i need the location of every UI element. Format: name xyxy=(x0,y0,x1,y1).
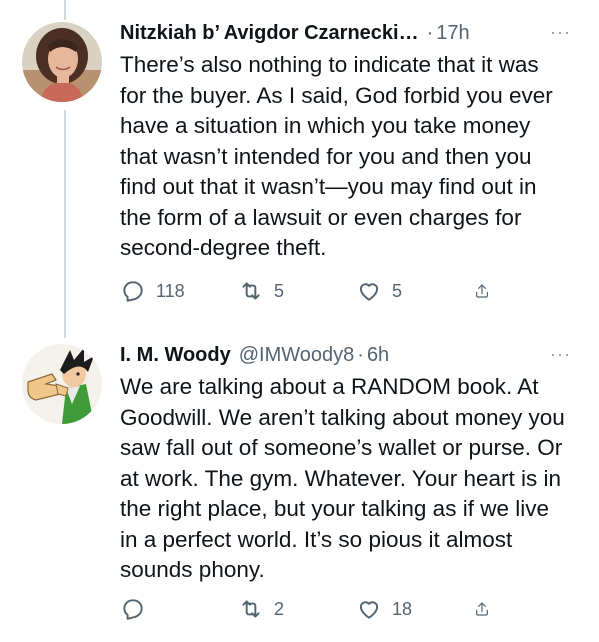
reply-button[interactable]: 118 xyxy=(120,276,238,306)
tweet-header: I. M. Woody @IMWoody8 · 6h xyxy=(120,340,571,370)
like-icon xyxy=(359,283,379,301)
tweet-content: Nitzkiah b’ Avigdor Czarnecki… · 17h ···… xyxy=(120,18,571,264)
action-bar: 118 5 5 xyxy=(120,276,500,306)
avatar[interactable] xyxy=(22,344,102,424)
tweet-text: There’s also nothing to indicate that it… xyxy=(120,52,553,260)
like-button[interactable]: 18 xyxy=(356,594,474,624)
action-bar: 2 18 xyxy=(120,594,500,624)
retweet-count: 2 xyxy=(274,598,285,619)
tweet-content: I. M. Woody @IMWoody8 · 6h ··· We are ta… xyxy=(120,340,571,586)
more-icon[interactable]: ··· xyxy=(550,344,571,365)
share-button[interactable] xyxy=(474,276,500,306)
author-name[interactable]: I. M. Woody xyxy=(120,344,231,367)
header-separator: · xyxy=(357,343,364,366)
header-separator: · xyxy=(426,21,434,44)
retweet-button[interactable]: 5 xyxy=(238,276,356,306)
timestamp[interactable]: 17h xyxy=(436,22,469,45)
reply-icon xyxy=(123,599,143,620)
retweet-icon xyxy=(242,600,260,618)
tweet-text: We are talking about a RANDOM book. At G… xyxy=(120,374,565,582)
share-button[interactable] xyxy=(474,594,500,624)
like-icon xyxy=(359,601,379,619)
reply-button[interactable] xyxy=(120,594,238,624)
share-icon xyxy=(476,284,488,298)
retweet-button[interactable]: 2 xyxy=(238,594,356,624)
tweet-header: Nitzkiah b’ Avigdor Czarnecki… · 17h xyxy=(120,18,571,48)
timestamp[interactable]: 6h xyxy=(367,344,389,367)
author-handle[interactable]: @IMWoody8 xyxy=(239,344,355,367)
like-count: 5 xyxy=(392,280,403,301)
like-count: 18 xyxy=(392,598,413,619)
retweet-icon xyxy=(242,282,260,300)
author-name[interactable]: Nitzkiah b’ Avigdor Czarnecki… xyxy=(120,22,419,45)
reply-count: 118 xyxy=(156,280,185,301)
tweet[interactable]: I. M. Woody @IMWoody8 · 6h ··· We are ta… xyxy=(0,330,599,642)
avatar[interactable] xyxy=(22,22,102,102)
share-icon xyxy=(476,602,488,616)
like-button[interactable]: 5 xyxy=(356,276,474,306)
tweet[interactable]: Nitzkiah b’ Avigdor Czarnecki… · 17h ···… xyxy=(0,0,599,330)
more-icon[interactable]: ··· xyxy=(550,22,571,43)
reply-icon xyxy=(123,281,143,302)
retweet-count: 5 xyxy=(274,280,285,301)
